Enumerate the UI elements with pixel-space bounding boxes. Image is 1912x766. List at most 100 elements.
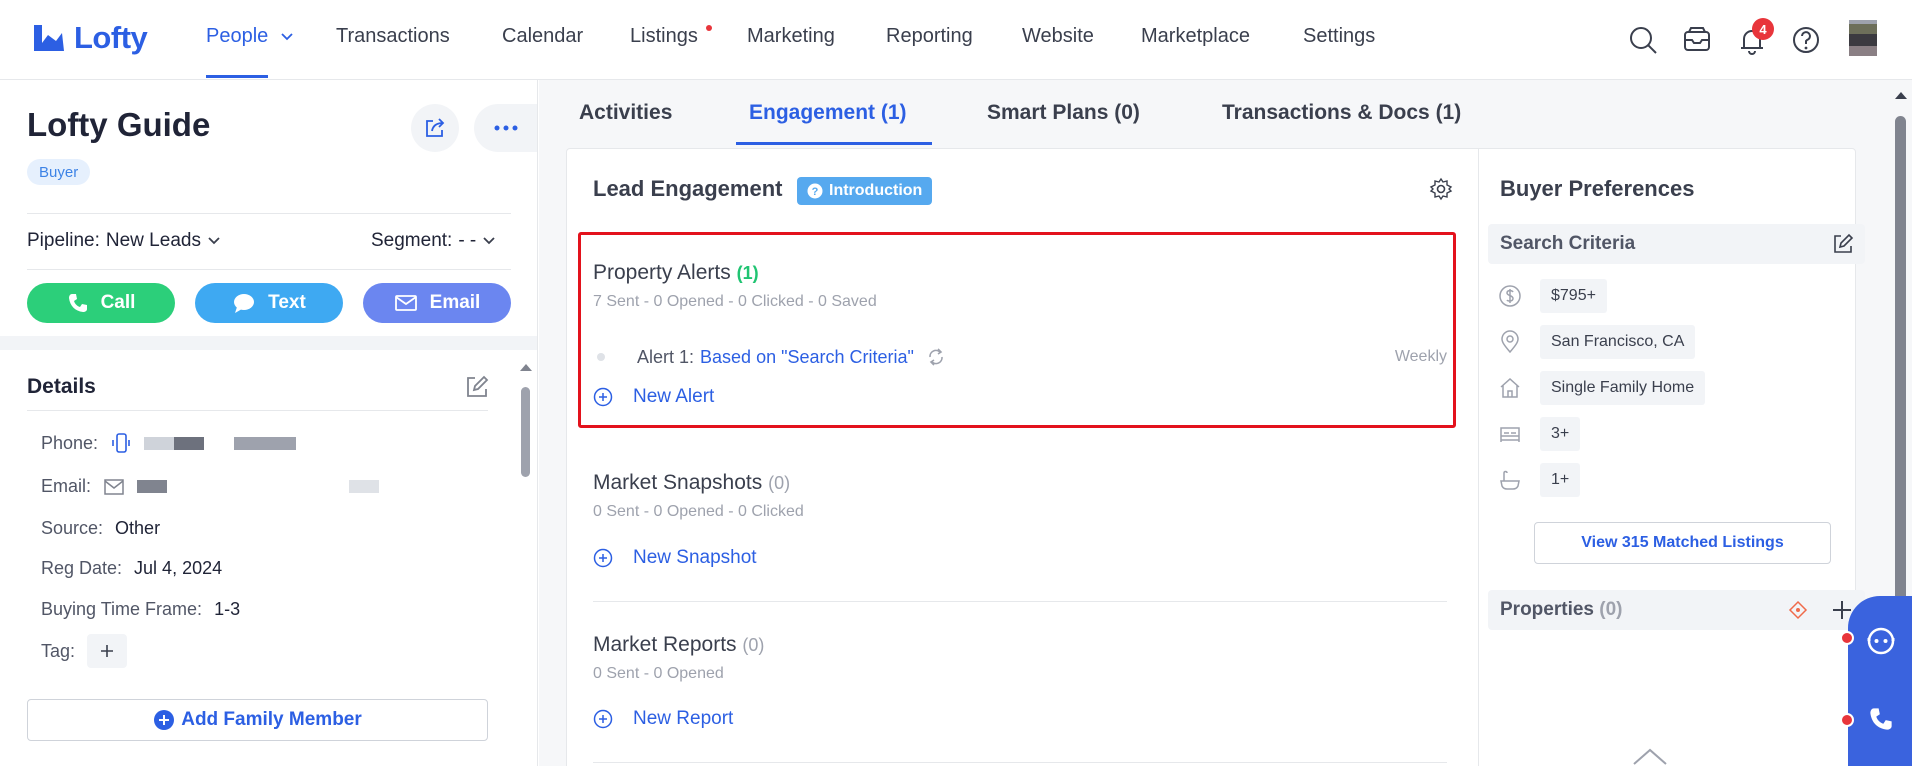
property-alerts-count: (1) [736, 263, 759, 283]
market-reports-title: Market Reports (0) [593, 633, 764, 657]
pipeline-dropdown[interactable]: Pipeline: New Leads [27, 230, 221, 252]
baths-criterion: 1+ [1498, 463, 1581, 497]
edit-icon[interactable] [465, 375, 489, 399]
nav-transactions[interactable]: Transactions [336, 25, 450, 48]
envelope-icon[interactable] [103, 478, 125, 496]
mobile-phone-icon[interactable] [110, 432, 132, 454]
location-pin-icon [1501, 330, 1519, 354]
properties-header: Properties (0) [1488, 590, 1865, 630]
new-alert-button[interactable]: New Alert [593, 386, 714, 408]
text-label: Text [268, 292, 306, 313]
properties-title: Properties (0) [1500, 599, 1623, 621]
add-family-member-button[interactable]: Add Family Member [27, 699, 488, 741]
view-matched-listings-button[interactable]: View 315 Matched Listings [1534, 522, 1831, 564]
scroll-up-arrow-icon[interactable] [1894, 90, 1908, 100]
chevron-down-icon [208, 237, 220, 245]
buyer-preferences-title: Buyer Preferences [1500, 176, 1695, 201]
plus-circle-icon [593, 548, 613, 568]
scroll-up-arrow-icon[interactable] [519, 362, 533, 372]
envelope-icon [394, 295, 417, 311]
property-type-chip: Single Family Home [1540, 371, 1706, 405]
price-chip: $795+ [1540, 279, 1607, 313]
chevron-up-icon[interactable] [1632, 746, 1668, 766]
gear-icon[interactable] [1429, 177, 1453, 201]
source-row: Source: Other [41, 518, 160, 539]
chevron-down-icon [281, 33, 293, 41]
plus-icon [101, 645, 114, 657]
phone-value-redacted [144, 436, 205, 450]
svg-text:?: ? [812, 186, 819, 198]
nav-settings[interactable]: Settings [1303, 25, 1375, 48]
email-label: Email [429, 292, 481, 313]
text-button[interactable]: Text [195, 283, 343, 323]
lofty-logo[interactable]: Lofty [32, 20, 148, 56]
tag-diamond-icon[interactable] [1788, 600, 1808, 620]
more-options-button[interactable] [474, 104, 537, 152]
call-button[interactable]: Call [27, 283, 175, 323]
divider [593, 601, 1447, 602]
market-reports-stats: 0 Sent - 0 Opened [593, 665, 724, 682]
properties-count: (0) [1599, 599, 1623, 620]
lofty-logo-icon [34, 25, 64, 51]
market-snapshots-count: (0) [768, 473, 791, 493]
floating-support-widget [1848, 596, 1912, 766]
phone-icon[interactable] [1868, 706, 1894, 732]
tab-smart-plans[interactable]: Smart Plans (0) [987, 101, 1140, 125]
property-alerts-title: Property Alerts (1) [593, 261, 759, 285]
properties-label: Properties [1500, 599, 1594, 620]
email-secondary-redacted [349, 480, 380, 493]
alert-label: Alert 1: [637, 346, 695, 367]
tab-transactions-docs[interactable]: Transactions & Docs (1) [1222, 101, 1461, 125]
inbox-icon[interactable] [1681, 24, 1713, 56]
help-icon[interactable] [1790, 24, 1822, 56]
nav-website[interactable]: Website [1022, 25, 1094, 48]
search-criteria-label: Search Criteria [1500, 233, 1636, 254]
chat-support-icon[interactable] [1866, 626, 1896, 656]
nav-people[interactable]: People [206, 25, 294, 48]
pipeline-label: Pipeline: [27, 230, 100, 251]
search-icon[interactable] [1627, 24, 1659, 56]
nav-listings[interactable]: Listings [630, 25, 698, 48]
divider [27, 213, 511, 214]
tab-engagement[interactable]: Engagement (1) [749, 101, 907, 125]
chevron-down-icon [483, 237, 495, 245]
top-navigation: Lofty People Transactions Calendar Listi… [0, 0, 1912, 80]
nav-marketplace[interactable]: Marketplace [1141, 25, 1250, 48]
logo-text: Lofty [74, 20, 148, 55]
call-label: Call [100, 292, 136, 313]
left-scrollbar-thumb[interactable] [521, 387, 530, 477]
main-content: Activities Engagement (1) Smart Plans (0… [539, 80, 1912, 766]
tag-label: Tag: [41, 640, 76, 661]
alert-link[interactable]: Based on "Search Criteria" [700, 347, 914, 368]
property-alerts-label: Property Alerts [593, 261, 731, 284]
introduction-badge[interactable]: ? Introduction [797, 177, 933, 205]
email-button[interactable]: Email [363, 283, 511, 323]
property-type-criterion: Single Family Home [1498, 371, 1706, 405]
role-badge: Buyer [27, 159, 91, 185]
nav-marketing[interactable]: Marketing [747, 25, 835, 48]
timeframe-value: 1-3 [214, 599, 241, 619]
chat-bubble-icon [234, 294, 255, 313]
source-label: Source: [41, 518, 104, 538]
reg-date-label: Reg Date: [41, 558, 123, 578]
beds-criterion: 3+ [1498, 417, 1581, 451]
share-button[interactable] [411, 104, 459, 152]
location-criterion: San Francisco, CA [1498, 325, 1696, 359]
tab-active-indicator [736, 142, 932, 145]
new-report-button[interactable]: New Report [593, 708, 733, 730]
edit-icon[interactable] [1832, 233, 1854, 255]
segment-dropdown[interactable]: Segment: - - [371, 230, 496, 252]
bathtub-icon [1500, 470, 1520, 490]
timeframe-label: Buying Time Frame: [41, 599, 203, 619]
nav-reporting[interactable]: Reporting [886, 25, 973, 48]
phone-icon [68, 294, 87, 312]
email-row: Email: [41, 476, 380, 497]
nav-calendar[interactable]: Calendar [502, 25, 583, 48]
reg-date-value: Jul 4, 2024 [134, 558, 223, 578]
user-avatar[interactable] [1849, 20, 1877, 56]
new-snapshot-button[interactable]: New Snapshot [593, 547, 757, 569]
price-criterion: $795+ [1498, 279, 1607, 313]
bed-icon [1500, 427, 1520, 442]
tab-activities[interactable]: Activities [579, 101, 672, 125]
add-tag-button[interactable] [87, 634, 128, 668]
